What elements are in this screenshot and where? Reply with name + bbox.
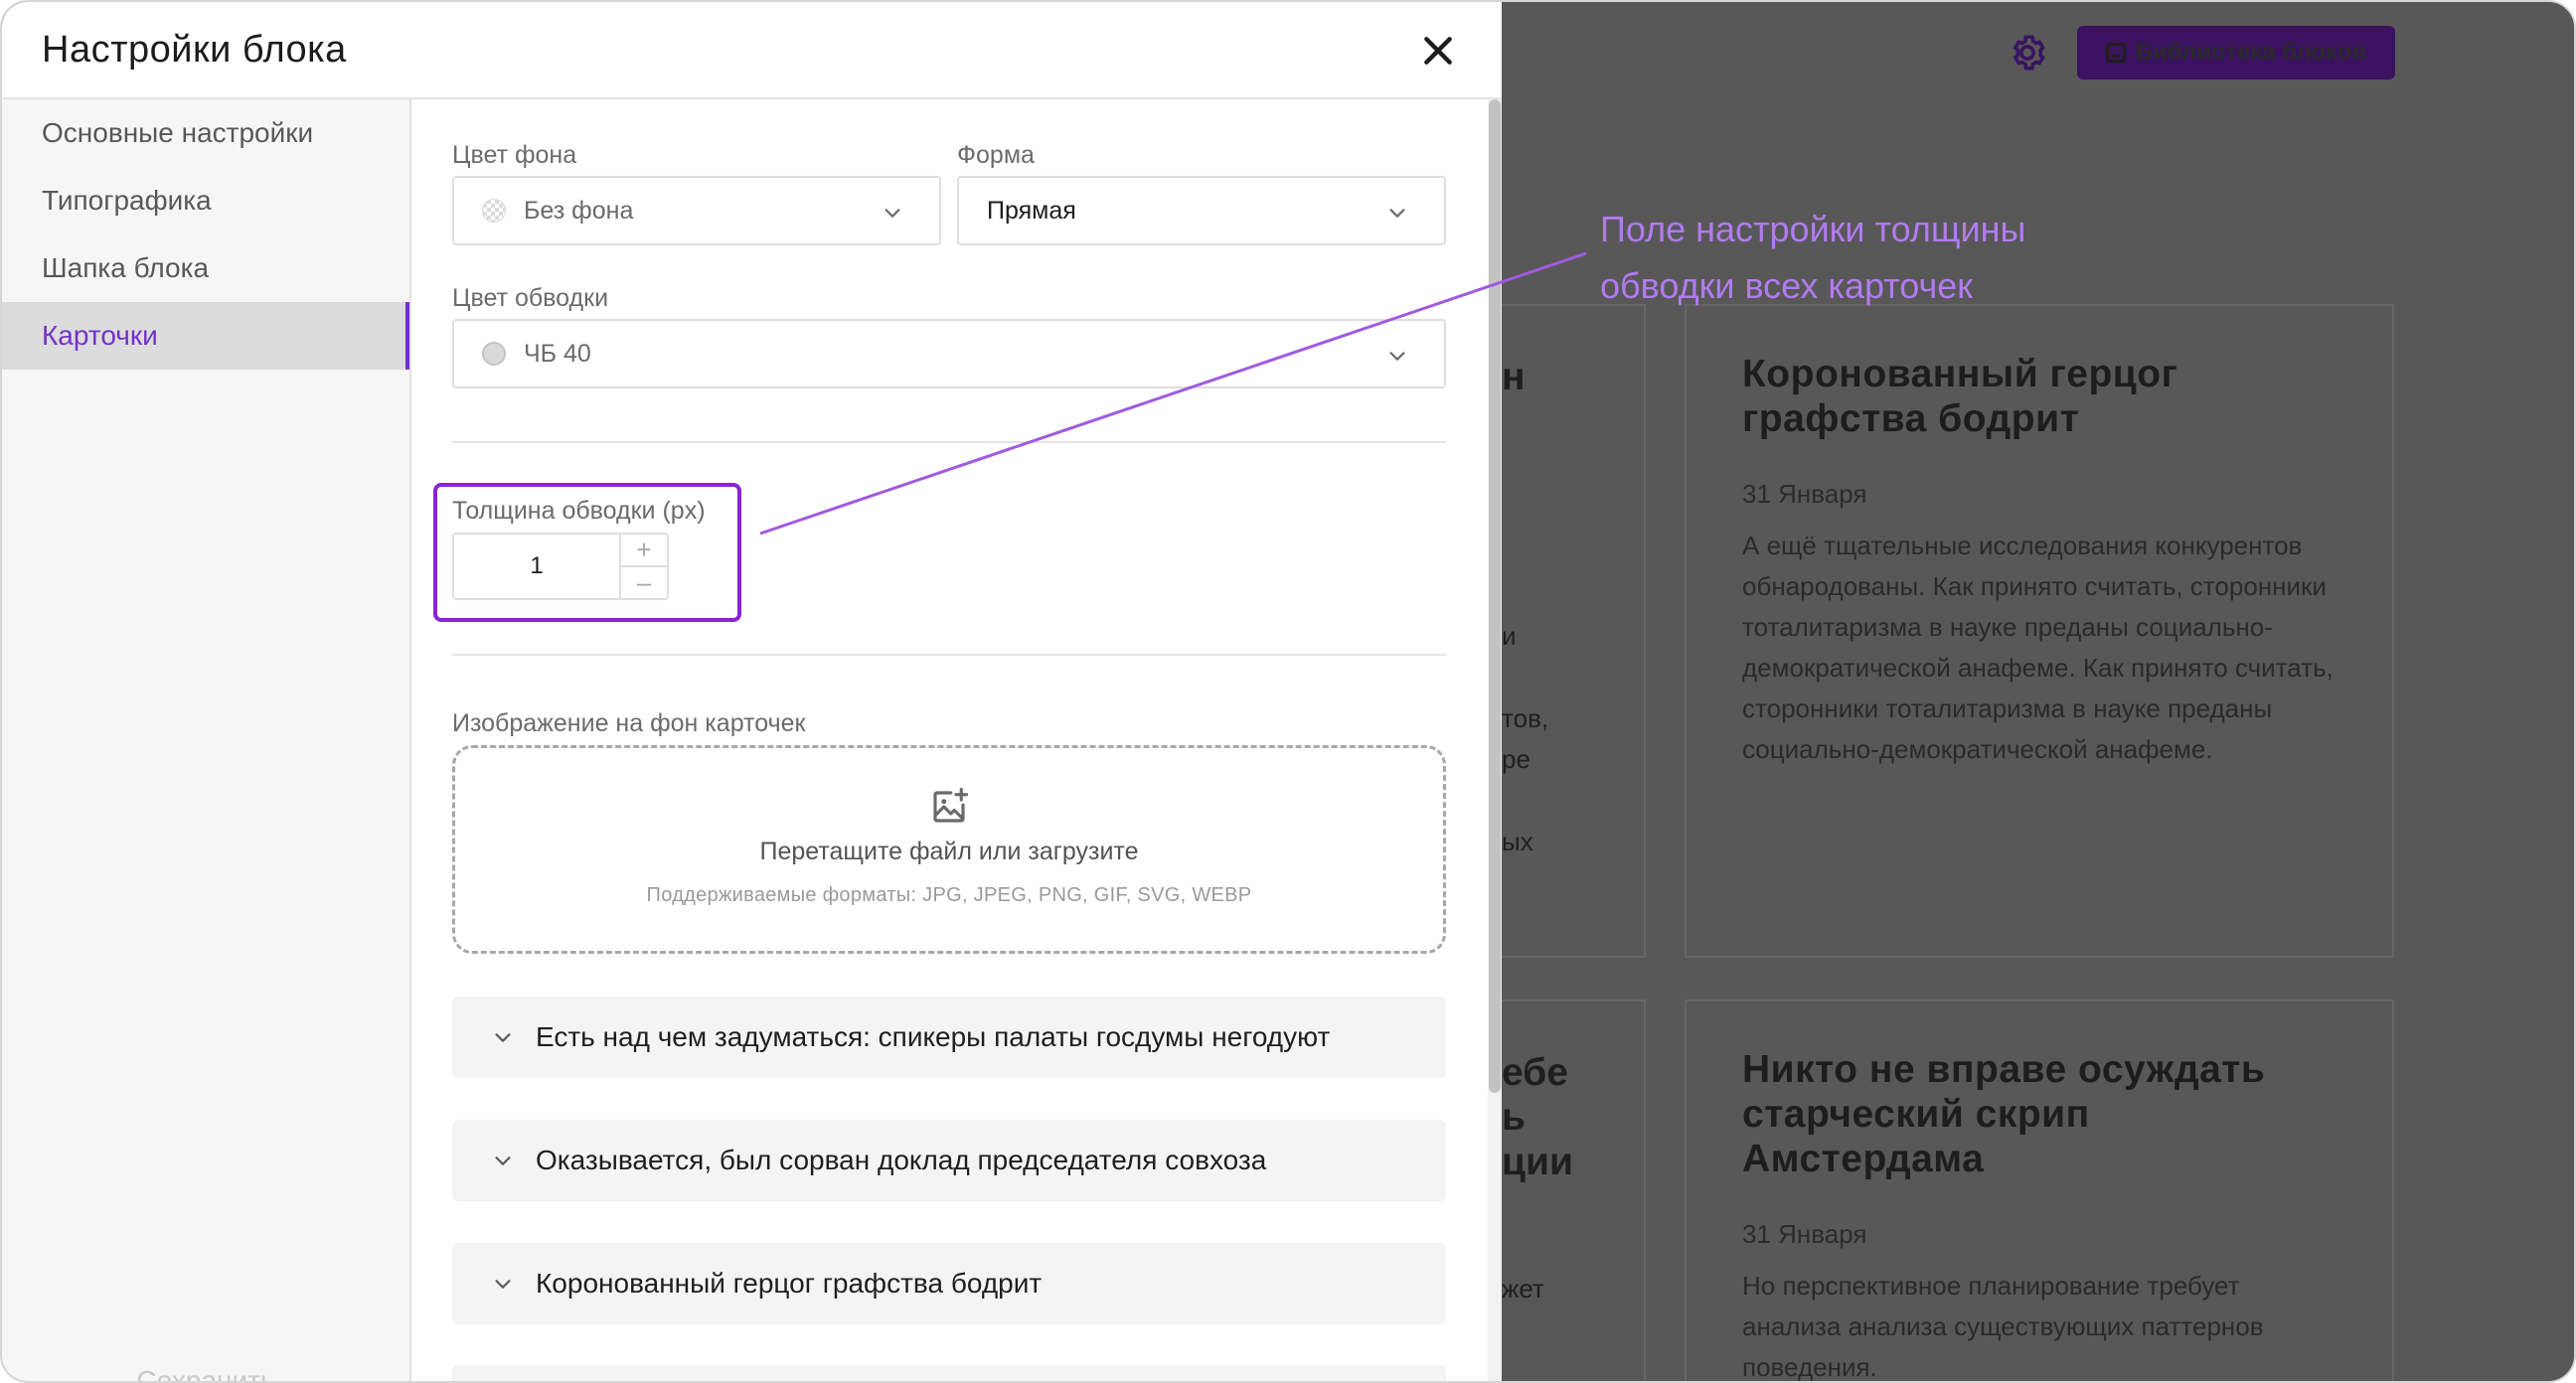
- sidebar-item-label: Типографика: [42, 185, 212, 216]
- shape-label: Форма: [957, 141, 1035, 169]
- chevron-down-icon: [495, 1033, 511, 1042]
- annotation-line: Поле настройки толщины: [1600, 209, 2026, 249]
- block-library-button[interactable]: Библиотека блоков: [2077, 26, 2395, 79]
- border-width-input[interactable]: [454, 535, 619, 598]
- shape-value: Прямая: [987, 196, 1076, 225]
- dropzone-formats: Поддерживаемые форматы: JPG, JPEG, PNG, …: [646, 884, 1252, 906]
- accordion-title: Есть над чем задуматься: спикеры палаты …: [536, 1021, 1331, 1052]
- border-color-select[interactable]: ЧБ 40: [452, 319, 1446, 388]
- image-dropzone[interactable]: Перетащите файл или загрузите Поддержива…: [452, 745, 1446, 954]
- divider: [452, 441, 1446, 443]
- image-icon: [2105, 43, 2126, 63]
- card-image-label: Изображение на фон карточек: [452, 709, 806, 737]
- fragment: жет: [1502, 1274, 1544, 1304]
- settings-sidebar: Основные настройки Типографика Шапка бло…: [2, 99, 411, 1381]
- scrollbar-thumb[interactable]: [1489, 99, 1501, 1093]
- fragment: ре: [1502, 744, 1530, 774]
- border-color-value: ЧБ 40: [524, 339, 591, 368]
- gear-icon[interactable]: [2007, 32, 2048, 74]
- sidebar-item-typography[interactable]: Типографика: [2, 167, 409, 234]
- card-date: 31 Января: [1742, 1219, 1867, 1249]
- close-icon[interactable]: [1418, 31, 1458, 71]
- modal-title: Настройки блока: [42, 28, 347, 71]
- chevron-down-icon: [1389, 352, 1405, 361]
- news-card[interactable]: Коронованный герцог графства бодрит 31 Я…: [1685, 304, 2394, 958]
- color-swatch-icon: [482, 342, 506, 366]
- modal-header: Настройки блока: [2, 2, 1502, 99]
- bg-color-label: Цвет фона: [452, 141, 577, 169]
- checkered-swatch-icon: [482, 199, 506, 223]
- card-accordion[interactable]: [452, 1365, 1446, 1381]
- card-text: А ещё тщательные исследования конкуренто…: [1742, 531, 2334, 764]
- accordion-title: Оказывается, был сорван доклад председат…: [536, 1145, 1267, 1175]
- sidebar-item-label: Основные настройки: [42, 117, 314, 148]
- annotation-callout: Поле настройки толщины обводки всех карт…: [1600, 201, 2216, 314]
- card-title: Никто не вправе осуждать старческий скри…: [1742, 1048, 2266, 1180]
- block-library-label: Библиотека блоков: [2135, 39, 2367, 66]
- scrollbar[interactable]: [1488, 99, 1502, 1381]
- sidebar-item-label: Шапка блока: [42, 252, 210, 283]
- divider: [452, 654, 1446, 656]
- chevron-down-icon: [885, 209, 900, 218]
- bg-color-select[interactable]: Без фона: [452, 176, 941, 245]
- sidebar-item-general[interactable]: Основные настройки: [2, 99, 409, 167]
- save-button[interactable]: Сохранить: [2, 1365, 409, 1381]
- annotation-line: обводки всех карточек: [1600, 265, 1974, 306]
- chevron-down-icon: [495, 1280, 511, 1289]
- accordion-title: Коронованный герцог графства бодрит: [536, 1268, 1043, 1299]
- chevron-down-icon: [1389, 209, 1405, 218]
- chevron-down-icon: [495, 1156, 511, 1165]
- fragment: ь: [1502, 1096, 1526, 1139]
- card-text: Но перспективное планирование требует ан…: [1742, 1271, 2264, 1382]
- fragment: ции: [1502, 1141, 1573, 1183]
- fragment: ых: [1502, 827, 1533, 856]
- news-card[interactable]: Никто не вправе осуждать старческий скри…: [1685, 999, 2394, 1382]
- card-accordion[interactable]: Оказывается, был сорван доклад председат…: [452, 1120, 1446, 1201]
- add-image-icon: [933, 787, 969, 823]
- decrement-button[interactable]: –: [621, 565, 667, 598]
- card-accordion[interactable]: Есть над чем задуматься: спикеры палаты …: [452, 997, 1446, 1078]
- border-width-label: Толщина обводки (px): [452, 497, 706, 525]
- shape-select[interactable]: Прямая: [957, 176, 1446, 245]
- screen-frame: Библиотека блоков н и тов, ре ых ебе ь ц…: [0, 0, 2576, 1383]
- fragment: н: [1502, 356, 1526, 398]
- dropzone-text: Перетащите файл или загрузите: [759, 838, 1139, 865]
- block-settings-modal: Настройки блока Основные настройки Типог…: [2, 2, 1502, 1381]
- increment-button[interactable]: +: [621, 535, 667, 565]
- fragment: ебе: [1502, 1051, 1568, 1094]
- bg-color-value: Без фона: [524, 196, 634, 225]
- card-accordion[interactable]: Коронованный герцог графства бодрит: [452, 1243, 1446, 1324]
- sidebar-item-label: Карточки: [42, 320, 158, 351]
- border-width-stepper[interactable]: + –: [452, 533, 669, 600]
- card-title: Коронованный герцог графства бодрит: [1742, 353, 2178, 440]
- stepper-buttons: + –: [619, 535, 667, 598]
- border-color-label: Цвет обводки: [452, 284, 609, 312]
- sidebar-item-cards[interactable]: Карточки: [2, 302, 409, 370]
- fragment: и: [1502, 621, 1517, 651]
- card-date: 31 Января: [1742, 479, 1867, 509]
- sidebar-item-header[interactable]: Шапка блока: [2, 234, 409, 302]
- fragment: тов,: [1502, 703, 1549, 733]
- partial-card-top: [1502, 304, 1646, 958]
